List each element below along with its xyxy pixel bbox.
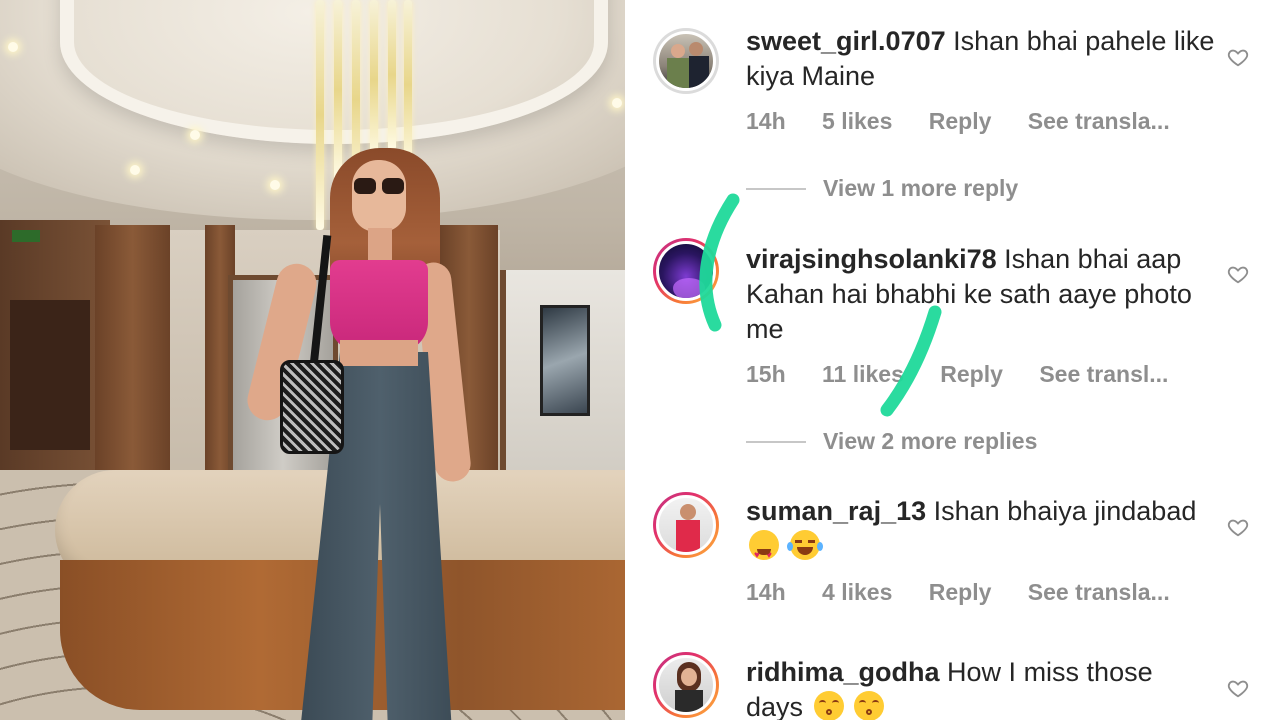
- chandelier-crystal: [316, 0, 324, 230]
- comment-meta: 14h 5 likes Reply See transla...: [746, 108, 1200, 135]
- comment-time: 14h: [746, 108, 786, 134]
- comment-username[interactable]: ridhima_godha: [746, 657, 940, 687]
- view-more-replies[interactable]: View 2 more replies: [746, 428, 1037, 455]
- neck: [368, 228, 392, 262]
- kissing-smiling-eyes-emoji: [813, 691, 844, 720]
- comment-likes[interactable]: 4 likes: [822, 579, 892, 605]
- reply-button[interactable]: Reply: [940, 361, 1003, 387]
- exit-sign: [12, 230, 40, 242]
- avatar[interactable]: [653, 492, 719, 558]
- comment-body: Ishan bhaiya jindabad: [933, 496, 1197, 526]
- comment-meta: 14h 4 likes Reply See transla...: [746, 579, 1200, 606]
- comment-likes[interactable]: 5 likes: [822, 108, 892, 134]
- comment-text: ridhima_godha How I miss those days: [746, 655, 1216, 720]
- chandelier-crystal: [370, 0, 378, 160]
- heart-outline-icon[interactable]: [1227, 677, 1249, 699]
- comment-time: 15h: [746, 361, 786, 387]
- reply-button[interactable]: Reply: [929, 579, 992, 605]
- view-more-replies[interactable]: View 1 more reply: [746, 175, 1018, 202]
- comment-username[interactable]: virajsinghsolanki78: [746, 244, 997, 274]
- heart-outline-icon[interactable]: [1227, 263, 1249, 285]
- chandelier-crystal: [404, 0, 412, 170]
- divider-line: [746, 440, 806, 443]
- heart-eyes-emoji: ♥ ♥: [749, 530, 779, 561]
- wall-painting: [540, 305, 590, 416]
- midriff: [340, 340, 418, 366]
- view-more-replies-label[interactable]: View 2 more replies: [823, 428, 1037, 455]
- see-translation-button[interactable]: See transla...: [1028, 108, 1170, 134]
- view-more-replies-label[interactable]: View 1 more reply: [823, 175, 1018, 202]
- comment-meta: 15h 11 likes Reply See transl...: [746, 361, 1198, 388]
- ceiling-light: [612, 98, 622, 108]
- wood-pillar: [95, 225, 170, 490]
- comment-text: virajsinghsolanki78 Ishan bhai aap Kahan…: [746, 242, 1216, 347]
- see-translation-button[interactable]: See transl...: [1039, 361, 1168, 387]
- ceiling-light: [190, 130, 200, 140]
- divider-line: [746, 187, 806, 190]
- comment-time: 14h: [746, 579, 786, 605]
- avatar[interactable]: [653, 652, 719, 718]
- face: [352, 160, 406, 232]
- comment-text: suman_raj_13 Ishan bhaiya jindabad ♥ ♥: [746, 494, 1216, 564]
- tears-of-joy-emoji: [786, 530, 823, 560]
- handbag: [280, 360, 344, 454]
- pink-top: [330, 260, 428, 352]
- avatar[interactable]: [653, 238, 719, 304]
- sunglasses: [354, 178, 404, 194]
- ceiling-light: [270, 180, 280, 190]
- reply-button[interactable]: Reply: [929, 108, 992, 134]
- chandelier-crystal: [334, 0, 342, 180]
- comment-likes[interactable]: 11 likes: [822, 361, 904, 387]
- heart-outline-icon[interactable]: [1227, 516, 1249, 538]
- comment-username[interactable]: sweet_girl.0707: [746, 26, 946, 56]
- ceiling-light: [8, 42, 18, 52]
- comment-username[interactable]: suman_raj_13: [746, 496, 926, 526]
- doorway: [10, 300, 90, 450]
- comment-text: sweet_girl.0707 Ishan bhai pahele like k…: [746, 24, 1216, 94]
- ceiling-light: [130, 165, 140, 175]
- avatar[interactable]: [653, 28, 719, 94]
- post-photo: [0, 0, 625, 720]
- kissing-smiling-eyes-emoji: [854, 691, 885, 720]
- see-translation-button[interactable]: See transla...: [1028, 579, 1170, 605]
- comments-panel: sweet_girl.0707 Ishan bhai pahele like k…: [625, 0, 1280, 720]
- chandelier-crystal: [388, 0, 396, 150]
- heart-outline-icon[interactable]: [1227, 46, 1249, 68]
